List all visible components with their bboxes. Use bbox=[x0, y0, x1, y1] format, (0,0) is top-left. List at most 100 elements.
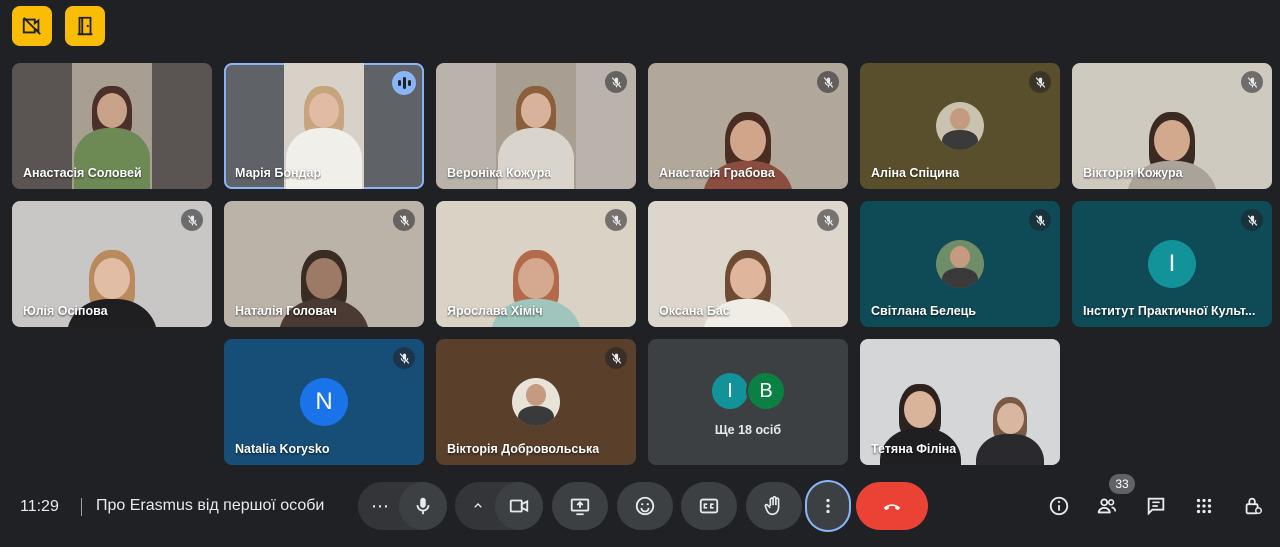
mic-off-indicator bbox=[1241, 71, 1263, 93]
mic-off-indicator bbox=[605, 209, 627, 231]
mic-off-indicator bbox=[181, 209, 203, 231]
participant-name: Оксана Бас bbox=[659, 304, 730, 318]
more-participants-label: Ще 18 осіб bbox=[714, 423, 782, 437]
participant-name: Наталія Головач bbox=[235, 304, 337, 318]
participant-tile[interactable]: Вікторія Добровольська bbox=[436, 339, 636, 465]
avatar bbox=[936, 240, 984, 288]
avatar: I bbox=[710, 371, 750, 411]
mic-off-icon bbox=[611, 76, 621, 88]
raise-hand-button[interactable] bbox=[746, 482, 802, 530]
chat-icon bbox=[1147, 497, 1165, 516]
mic-off-icon bbox=[1247, 76, 1257, 88]
captions-icon bbox=[699, 498, 719, 514]
participant-tile[interactable]: Юлія Осіпова bbox=[12, 201, 212, 327]
chat-button[interactable] bbox=[1142, 492, 1170, 520]
participant-video-figure bbox=[976, 396, 1044, 465]
video-off-badge[interactable] bbox=[12, 6, 52, 46]
camera-icon bbox=[509, 499, 529, 513]
mic-off-indicator bbox=[1241, 209, 1263, 231]
participant-tile[interactable]: Наталія Головач bbox=[224, 201, 424, 327]
controls: ⋯ 33 bbox=[0, 474, 1280, 530]
avatar bbox=[512, 378, 560, 426]
info-icon bbox=[1049, 496, 1069, 516]
hand-icon bbox=[764, 496, 780, 516]
participant-name: Ярослава Хіміч bbox=[447, 304, 543, 318]
mic-off-icon bbox=[399, 352, 409, 364]
participant-tile[interactable]: Вероніка Кожура bbox=[436, 63, 636, 189]
activities-button[interactable] bbox=[1190, 492, 1218, 520]
speaking-indicator bbox=[392, 71, 416, 95]
participant-name: Анастасія Грабова bbox=[659, 166, 775, 180]
apps-grid-icon bbox=[1196, 498, 1212, 514]
mic-off-indicator bbox=[605, 347, 627, 369]
people-button[interactable] bbox=[1093, 492, 1121, 520]
participant-name: Natalia Korysko bbox=[235, 442, 330, 456]
participant-tile[interactable]: Ярослава Хіміч bbox=[436, 201, 636, 327]
participant-tile[interactable]: Вікторія Кожура bbox=[1072, 63, 1272, 189]
more-vert-icon bbox=[826, 498, 830, 514]
mic-off-icon bbox=[1247, 214, 1257, 226]
participant-tile[interactable]: Анастасія Соловей bbox=[12, 63, 212, 189]
chevron-up-icon bbox=[474, 503, 482, 508]
participant-tile[interactable]: Тетяна Філіна bbox=[860, 339, 1060, 465]
microphone-icon bbox=[416, 497, 430, 515]
door-icon bbox=[77, 16, 93, 36]
participant-name: Тетяна Філіна bbox=[871, 442, 957, 456]
mic-off-icon bbox=[823, 76, 833, 88]
meeting-details-button[interactable] bbox=[1045, 492, 1073, 520]
host-controls-button[interactable] bbox=[1239, 492, 1267, 520]
participant-tile[interactable]: Марія Бондар bbox=[224, 63, 424, 189]
mic-off-indicator bbox=[1029, 71, 1051, 93]
avatar: I bbox=[1148, 240, 1196, 288]
mic-off-indicator bbox=[817, 71, 839, 93]
leave-call-button[interactable] bbox=[856, 482, 928, 530]
participant-tile[interactable]: Аліна Спіцина bbox=[860, 63, 1060, 189]
emoji-icon bbox=[635, 496, 655, 516]
mic-off-icon bbox=[611, 214, 621, 226]
participant-tile[interactable]: I Інститут Практичної Культ... bbox=[1072, 201, 1272, 327]
participant-name: Вероніка Кожура bbox=[447, 166, 552, 180]
participant-name: Інститут Практичної Культ... bbox=[1083, 304, 1256, 318]
participant-name: Вікторія Добровольська bbox=[447, 442, 600, 456]
mic-off-icon bbox=[611, 352, 621, 364]
door-badge[interactable] bbox=[65, 6, 105, 46]
present-screen-icon bbox=[570, 498, 590, 516]
participant-tile[interactable]: Оксана Бас bbox=[648, 201, 848, 327]
no-video-icon bbox=[22, 17, 41, 35]
mic-off-indicator bbox=[817, 209, 839, 231]
reactions-button[interactable] bbox=[617, 482, 673, 530]
mic-off-indicator bbox=[605, 71, 627, 93]
video-options-button[interactable] bbox=[462, 482, 494, 530]
hang-up-icon bbox=[883, 504, 901, 511]
participant-name: Світлана Белець bbox=[871, 304, 977, 318]
mic-off-indicator bbox=[393, 347, 415, 369]
captions-button[interactable] bbox=[681, 482, 737, 530]
audio-options-button[interactable]: ⋯ bbox=[362, 482, 398, 530]
participant-tile[interactable]: Світлана Белець bbox=[860, 201, 1060, 327]
avatar: B bbox=[746, 371, 786, 411]
participant-tile[interactable]: Анастасія Грабова bbox=[648, 63, 848, 189]
more-options-button[interactable] bbox=[807, 482, 849, 530]
participants-count-badge: 33 bbox=[1109, 474, 1135, 494]
avatar bbox=[936, 102, 984, 150]
mic-button[interactable] bbox=[399, 482, 447, 530]
participant-name: Юлія Осіпова bbox=[23, 304, 108, 318]
avatar: N bbox=[300, 378, 348, 426]
present-button[interactable] bbox=[552, 482, 608, 530]
participant-name: Марія Бондар bbox=[235, 166, 322, 180]
mic-off-icon bbox=[1035, 214, 1045, 226]
more-participants-tile[interactable]: I B Ще 18 осіб bbox=[648, 339, 848, 465]
people-icon bbox=[1097, 498, 1117, 514]
mic-off-icon bbox=[187, 214, 197, 226]
camera-button[interactable] bbox=[495, 482, 543, 530]
mic-off-indicator bbox=[393, 209, 415, 231]
participant-tile[interactable]: N Natalia Korysko bbox=[224, 339, 424, 465]
mic-off-icon bbox=[823, 214, 833, 226]
participant-name: Анастасія Соловей bbox=[23, 166, 142, 180]
mic-off-indicator bbox=[1029, 209, 1051, 231]
participant-name: Вікторія Кожура bbox=[1083, 166, 1183, 180]
mic-off-icon bbox=[1035, 76, 1045, 88]
lock-person-icon bbox=[1245, 497, 1262, 515]
mic-off-icon bbox=[399, 214, 409, 226]
more-avatars: IB bbox=[710, 371, 786, 411]
